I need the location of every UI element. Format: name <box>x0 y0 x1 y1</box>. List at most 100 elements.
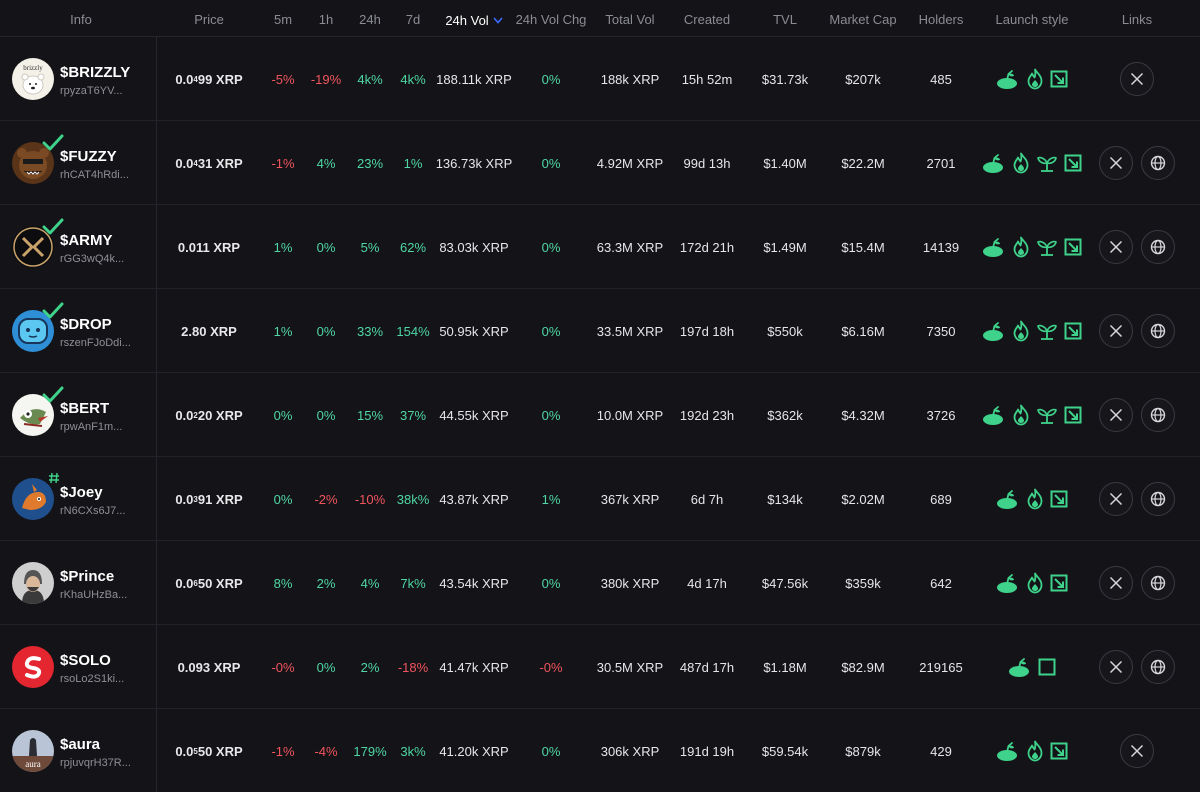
col-info[interactable]: Info <box>0 12 162 27</box>
price-cell: 0.0 4 99 XRP <box>162 37 256 121</box>
flame-icon <box>1026 740 1044 762</box>
cell-m5: -5% <box>271 71 295 87</box>
cell-d7: 38k% <box>396 491 430 507</box>
cell-tvl: $59.54k <box>761 743 809 759</box>
col-total-vol[interactable]: Total Vol <box>590 12 670 27</box>
table-row[interactable]: $Prince rKhaUHzBa... 0.0 6 50 XRP 8% 2% 4% 7k… <box>0 541 1200 625</box>
token-info-cell[interactable]: $SOLO rsoLo2S1ki... <box>0 625 157 709</box>
x-link-button[interactable] <box>1099 230 1133 264</box>
seed-bowl-icon <box>996 740 1020 762</box>
x-link-button[interactable] <box>1120 62 1154 96</box>
verified-check-icon <box>42 218 64 239</box>
x-link-button[interactable] <box>1099 482 1133 516</box>
cell-d7: 3k% <box>400 743 426 759</box>
token-ticker[interactable]: $Joey <box>60 484 125 502</box>
launch-style-cell <box>982 541 1082 625</box>
col-created[interactable]: Created <box>670 12 744 27</box>
square-arrow-icon <box>1064 322 1082 340</box>
cell-created: 4d 17h <box>687 575 727 591</box>
cell-vol24: 43.54k XRP <box>439 575 509 591</box>
cell-totalvol: 380k XRP <box>600 575 660 591</box>
flame-icon <box>1012 236 1030 258</box>
token-ticker[interactable]: $ARMY <box>60 232 124 250</box>
table-row[interactable]: aura $aura rpjuvqrH37R... 0.0 5 50 XRP -1%… <box>0 709 1200 792</box>
col-links: Links <box>1121 12 1153 27</box>
globe-icon <box>1150 659 1166 675</box>
cell-vol24: 136.73k XRP <box>435 155 513 171</box>
verified-check-icon <box>42 134 64 155</box>
token-ticker[interactable]: $BERT <box>60 400 122 418</box>
website-link-button[interactable] <box>1141 566 1175 600</box>
token-info-cell[interactable]: $FUZZY rhCAT4hRdi... <box>0 121 157 205</box>
sprout-icon <box>1036 321 1058 341</box>
col-24h[interactable]: 24h <box>348 12 392 27</box>
x-link-button[interactable] <box>1099 650 1133 684</box>
x-link-button[interactable] <box>1099 146 1133 180</box>
verified-check-icon <box>42 386 64 407</box>
table-row[interactable]: $DROP rszenFJoDdi... 2.80 XRP 1% 0% 33% 154… <box>0 289 1200 373</box>
website-link-button[interactable] <box>1141 398 1175 432</box>
token-ticker[interactable]: $SOLO <box>60 652 124 670</box>
token-info-cell[interactable]: $DROP rszenFJoDdi... <box>0 289 157 373</box>
website-link-button[interactable] <box>1141 230 1175 264</box>
col-5m[interactable]: 5m <box>262 12 304 27</box>
seed-bowl-icon <box>982 404 1006 426</box>
col-price[interactable]: Price <box>162 12 256 27</box>
x-link-button[interactable] <box>1099 566 1133 600</box>
cell-h1: 2% <box>316 575 336 591</box>
token-info-cell[interactable]: brizzly $BRIZZLY rpyzaT6YV... <box>0 37 157 121</box>
globe-icon <box>1150 155 1166 171</box>
col-7d[interactable]: 7d <box>392 12 434 27</box>
website-link-button[interactable] <box>1141 650 1175 684</box>
table-row[interactable]: $FUZZY rhCAT4hRdi... 0.0 4 31 XRP -1% 4% 23%… <box>0 121 1200 205</box>
cell-m5: -1% <box>271 743 295 759</box>
token-info-cell[interactable]: $Prince rKhaUHzBa... <box>0 541 157 625</box>
token-table: Info Price 5m 1h 24h 7d 24h Vol 24h Vol … <box>0 0 1200 792</box>
token-info-cell[interactable]: $BERT rpwAnF1m... <box>0 373 157 457</box>
token-info-cell[interactable]: $Joey rN6CXs6J7... <box>0 457 157 541</box>
cell-mcap: $207k <box>845 71 881 87</box>
price-cell: 0.093 XRP <box>162 625 256 709</box>
price-tail: 91 XRP <box>197 491 243 507</box>
cell-totalvol: 33.5M XRP <box>596 323 664 339</box>
token-address: rpjuvqrH37R... <box>60 756 131 769</box>
links-cell <box>1082 541 1192 625</box>
website-link-button[interactable] <box>1141 482 1175 516</box>
col-24h-vol-chg[interactable]: 24h Vol Chg <box>512 12 590 27</box>
website-link-button[interactable] <box>1141 146 1175 180</box>
x-link-button[interactable] <box>1099 314 1133 348</box>
table-row[interactable]: $BERT rpwAnF1m... 0.0 2 20 XRP 0% 0% 15% 37% 4… <box>0 373 1200 457</box>
table-row[interactable]: brizzly $BRIZZLY rpyzaT6YV... 0.0 4 99 XRP… <box>0 37 1200 121</box>
cell-tvl: $31.73k <box>761 71 809 87</box>
x-link-button[interactable] <box>1120 734 1154 768</box>
token-ticker[interactable]: $FUZZY <box>60 148 129 166</box>
col-tvl[interactable]: TVL <box>744 12 826 27</box>
table-row[interactable]: $ARMY rGG3wQ4k... 0.011 XRP 1% 0% 5% 62% 83.… <box>0 205 1200 289</box>
cell-m5: -1% <box>271 155 295 171</box>
token-ticker[interactable]: $Prince <box>60 568 127 586</box>
col-holders[interactable]: Holders <box>900 12 982 27</box>
token-ticker[interactable]: $DROP <box>60 316 131 334</box>
x-link-button[interactable] <box>1099 398 1133 432</box>
token-names: $SOLO rsoLo2S1ki... <box>60 652 124 685</box>
col-launch-style[interactable]: Launch style <box>982 12 1082 27</box>
cell-h24: 2% <box>360 659 380 675</box>
links-cell <box>1082 625 1192 709</box>
cell-d7: -18% <box>397 659 429 675</box>
cell-created: 197d 18h <box>679 323 735 339</box>
table-row[interactable]: $Joey rN6CXs6J7... 0.0 3 91 XRP 0% -2% -10% 3… <box>0 457 1200 541</box>
col-1h[interactable]: 1h <box>305 12 347 27</box>
col-24h-vol[interactable]: 24h Vol <box>434 12 514 28</box>
website-link-button[interactable] <box>1141 314 1175 348</box>
token-ticker[interactable]: $BRIZZLY <box>60 64 130 82</box>
token-ticker[interactable]: $aura <box>60 736 131 754</box>
table-row[interactable]: $SOLO rsoLo2S1ki... 0.093 XRP -0% 0% 2% -18… <box>0 625 1200 709</box>
token-address: rN6CXs6J7... <box>60 504 126 517</box>
token-info-cell[interactable]: $ARMY rGG3wQ4k... <box>0 205 157 289</box>
token-avatar-wrap <box>12 134 64 184</box>
flame-icon <box>1012 320 1030 342</box>
token-names: $aura rpjuvqrH37R... <box>60 736 131 769</box>
col-market-cap[interactable]: Market Cap <box>826 12 900 27</box>
links-cell <box>1082 37 1192 121</box>
token-info-cell[interactable]: aura $aura rpjuvqrH37R... <box>0 709 157 792</box>
